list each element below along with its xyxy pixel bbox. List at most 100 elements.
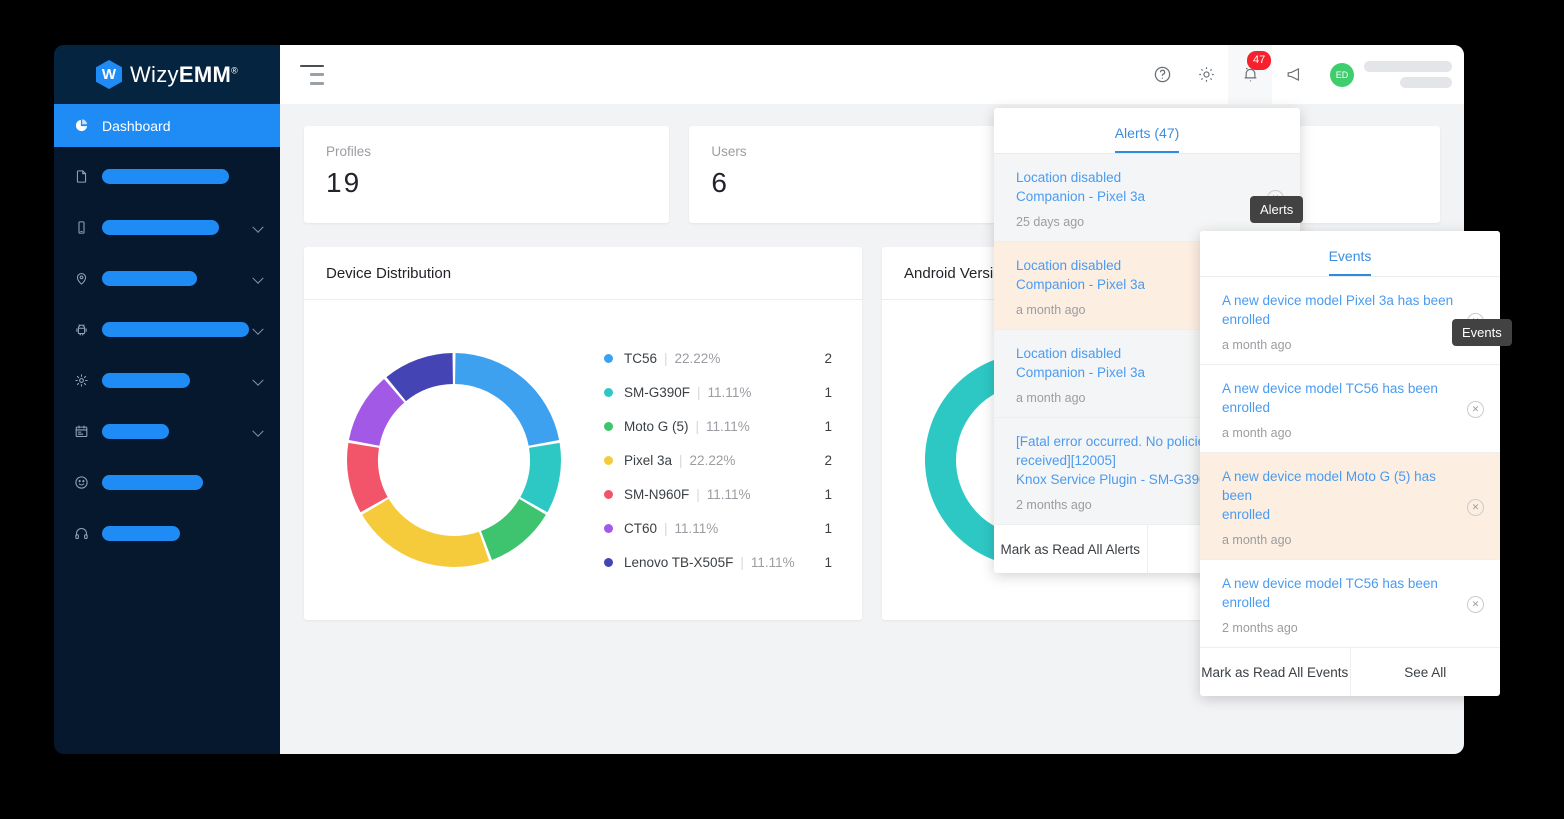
sidebar: W WizyEMM® Dashboard [54,45,280,754]
legend-label: Lenovo TB-X505F [624,554,734,570]
wizyemm-hexagon-logo-icon: W [95,60,122,89]
legend-label: Pixel 3a [624,452,673,468]
notification-item[interactable]: A new device model TC56 has been enrolled… [1200,365,1500,453]
legend-color-dot [604,387,613,397]
user-name-redacted [1364,61,1452,88]
see-all-events-button[interactable]: See All [1349,648,1501,696]
tab-alerts[interactable]: Alerts (47) [1114,125,1180,153]
alerts-count-badge: 47 [1247,51,1272,70]
notification-title-line-1: A new device model Pixel 3a has been [1222,293,1454,308]
legend-percent: 11.11% [750,554,795,570]
legend-separator: | [664,350,668,366]
legend-item[interactable]: SM-G390F | 11.11% 1 [604,375,832,409]
chart-card: Device Distribution TC56 | 22.22% 2 SM-G390F |… [304,247,862,620]
legend-percent: 11.11% [674,520,719,536]
legend-item[interactable]: Pixel 3a | 22.22% 2 [604,443,832,477]
notification-title-line-1: A new device model TC56 has been [1222,381,1438,396]
sidebar-item-label-redacted [102,220,219,235]
sidebar-item-7[interactable] [54,461,280,504]
legend-color-dot [604,489,613,499]
sidebar-item-label-redacted [102,169,229,184]
alerts-tooltip: Alerts [1250,196,1304,223]
sidebar-item-1[interactable] [54,155,280,198]
sidebar-nav: Dashboard [54,104,280,555]
notification-time: a month ago [1222,426,1292,440]
gear-icon[interactable] [1184,45,1228,104]
sidebar-item-label-redacted [102,271,197,286]
location-pin-icon [72,270,90,288]
legend-separator: | [695,418,700,434]
sidebar-item-dashboard[interactable]: Dashboard [54,104,280,147]
chevron-down-icon [252,323,264,335]
sidebar-item-2[interactable] [54,206,280,249]
legend-separator: | [740,554,744,570]
events-dropdown-panel: Events A new device model Pixel 3a has b… [1200,231,1500,696]
chevron-down-icon [252,272,264,284]
sidebar-item-3[interactable] [54,257,280,300]
legend-separator: | [696,486,700,502]
legend-count: 1 [824,486,832,502]
notification-body: A new device model Pixel 3a has been enro… [1222,291,1467,352]
avatar[interactable]: ED [1330,62,1354,87]
pie-chart-icon [72,117,90,135]
notification-title-line-2: enrolled [1222,400,1271,415]
legend-item[interactable]: Lenovo TB-X505F | 11.11% 1 [604,545,832,579]
help-circle-icon[interactable] [1140,45,1184,104]
close-icon[interactable]: ✕ [1467,596,1484,613]
user-role-bar [1400,77,1452,88]
alerts-tabs: Alerts (47) [994,108,1300,154]
headphones-icon [72,525,90,543]
user-name-bar [1364,61,1452,72]
stat-card-value: 19 [326,167,362,198]
close-icon[interactable]: ✕ [1467,401,1484,418]
brand-mark-letter: W [101,66,117,83]
mark-all-events-read-button[interactable]: Mark as Read All Events [1200,648,1350,696]
sidebar-item-8[interactable] [54,512,280,555]
legend-color-dot [604,353,613,363]
stat-card-value: 6 [711,167,729,198]
stat-card: Profiles 19 [304,126,670,223]
legend-label: TC56 [624,350,658,366]
notification-item[interactable]: A new device model TC56 has been enrolled… [1200,560,1500,648]
mark-all-alerts-read-button[interactable]: Mark as Read All Alerts [994,525,1147,573]
legend-item[interactable]: CT60 | 11.11% 1 [604,511,832,545]
notification-body: A new device model Moto G (5) has been en… [1222,467,1467,547]
tablet-icon [72,219,90,237]
top-header-bar: 47 ED [280,45,1464,104]
sidebar-item-5[interactable] [54,359,280,402]
notification-title-line-2: Companion - Pixel 3a [1016,189,1146,204]
tab-events[interactable]: Events [1328,248,1372,276]
brand-logo-area[interactable]: W WizyEMM® [54,45,280,104]
notification-time: 25 days ago [1016,215,1085,229]
menu-collapse-icon[interactable] [300,64,324,85]
legend-percent: 22.22% [674,350,721,366]
sidebar-item-label-redacted [102,526,180,541]
sidebar-item-4[interactable] [54,308,280,351]
notification-title-line-1: A new device model TC56 has been [1222,576,1438,591]
legend-percent: 11.11% [706,418,750,434]
file-icon [72,168,90,186]
calendar-icon [72,423,90,441]
legend-item[interactable]: TC56 | 22.22% 2 [604,341,832,375]
alarm-bell-icon[interactable]: 47 [1228,45,1272,104]
chevron-down-icon [252,221,264,233]
legend-label: SM-G390F [624,384,691,400]
events-tooltip: Events [1452,319,1512,346]
sidebar-item-label-redacted [102,322,249,337]
sidebar-item-label-redacted [102,373,190,388]
legend-item[interactable]: SM-N960F | 11.11% 1 [604,477,832,511]
sidebar-item-label-redacted [102,424,169,439]
legend-percent: 11.11% [706,486,751,502]
notification-item[interactable]: A new device model Moto G (5) has been en… [1200,453,1500,560]
legend-item[interactable]: Moto G (5) | 11.11% 1 [604,409,832,443]
brand-word-1: Wizy [129,61,179,87]
sidebar-item-6[interactable] [54,410,280,453]
gear-icon [72,372,90,390]
notification-title-line-2: enrolled [1222,312,1271,327]
chart-title: Device Distribution [304,247,862,300]
chart-body: TC56 | 22.22% 2 SM-G390F | 11.11% 1 Moto G (5) | 1… [304,300,862,620]
notification-title-line-2: enrolled [1222,595,1271,610]
close-icon[interactable]: ✕ [1467,498,1484,516]
megaphone-icon[interactable] [1272,45,1316,104]
notification-title-line-2: enrolled [1222,507,1271,522]
